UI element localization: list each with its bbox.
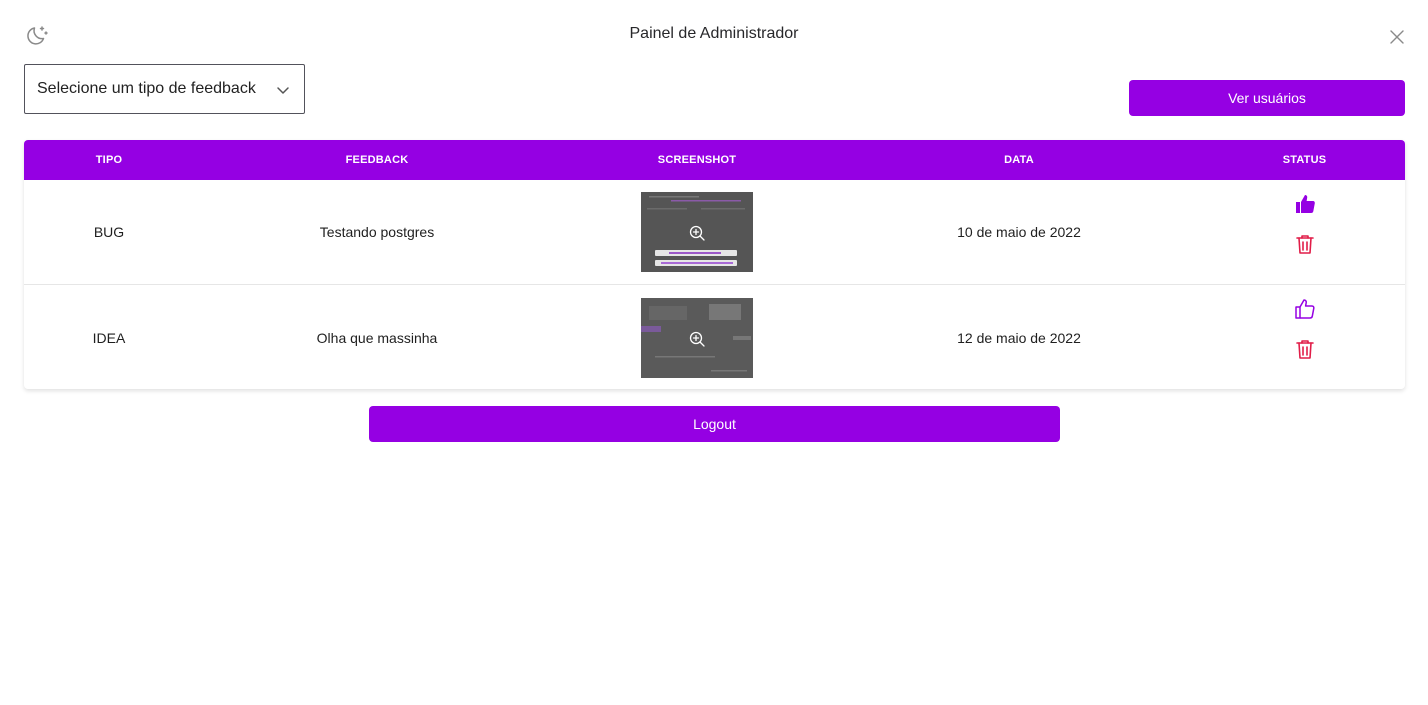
cell-feedback: Testando postgres <box>319 224 435 240</box>
cell-status <box>1204 180 1405 284</box>
trash-icon[interactable] <box>1293 337 1317 361</box>
cell-status <box>1204 285 1405 389</box>
column-header-tipo: TIPO <box>95 154 123 166</box>
column-header-status: STATUS <box>1282 154 1327 166</box>
column-header-screenshot: SCREENSHOT <box>657 154 737 166</box>
cell-data: 10 de maio de 2022 <box>957 224 1081 240</box>
feedback-table: TIPO FEEDBACK SCREENSHOT DATA STATUS BUG… <box>24 140 1405 389</box>
zoom-in-icon <box>688 224 706 242</box>
logout-button[interactable]: Logout <box>369 406 1060 442</box>
screenshot-thumbnail[interactable] <box>641 297 753 378</box>
cell-tipo: IDEA <box>92 329 126 346</box>
column-header-feedback: FEEDBACK <box>345 154 409 166</box>
table-row: BUG Testando postgres 10 de maio de 2022 <box>24 180 1405 285</box>
cell-screenshot <box>560 285 834 389</box>
screenshot-thumbnail[interactable] <box>641 192 753 272</box>
feedback-type-select-value: Selecione um tipo de feedback <box>37 80 256 97</box>
cell-feedback: Olha que massinha <box>316 329 438 346</box>
column-header-data: DATA <box>1004 154 1034 166</box>
chevron-down-icon <box>276 83 290 97</box>
cell-data: 12 de maio de 2022 <box>957 329 1081 346</box>
close-icon[interactable] <box>1388 28 1406 46</box>
trash-icon[interactable] <box>1293 232 1317 256</box>
page-title: Painel de Administrador <box>629 25 799 42</box>
zoom-in-icon <box>688 330 706 348</box>
table-row: IDEA Olha que massinha 12 de maio de 202… <box>24 285 1405 389</box>
cell-tipo: BUG <box>93 224 125 240</box>
thumbs-up-filled-icon[interactable] <box>1293 192 1317 216</box>
cell-screenshot <box>560 180 834 284</box>
feedback-type-select[interactable]: Selecione um tipo de feedback <box>24 64 305 114</box>
view-users-button[interactable]: Ver usuários <box>1129 80 1405 116</box>
table-header: TIPO FEEDBACK SCREENSHOT DATA STATUS <box>24 140 1405 180</box>
thumbs-up-outline-icon[interactable] <box>1293 297 1317 321</box>
